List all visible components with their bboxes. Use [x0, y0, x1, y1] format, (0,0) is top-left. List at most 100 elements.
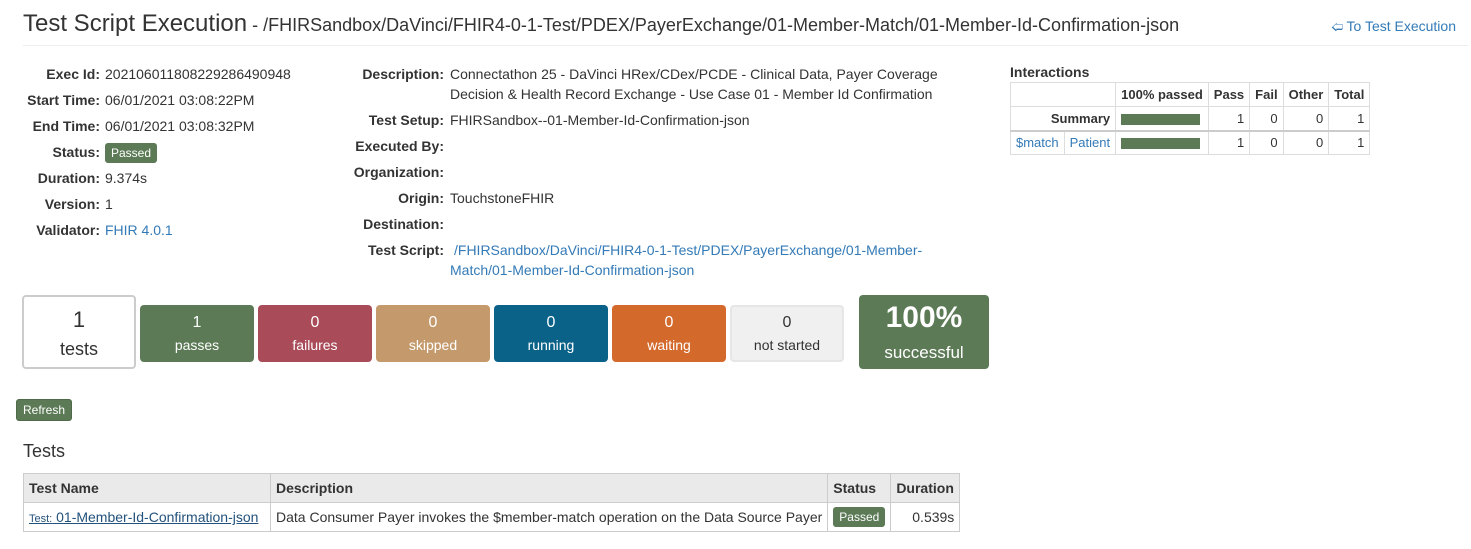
validator-link[interactable]: FHIR 4.0.1 [105, 222, 173, 238]
stat-skipped: 0 skipped [376, 305, 490, 362]
organization-label: Organization: [353, 164, 444, 180]
stat-running-count: 0 [546, 314, 556, 331]
start-time-value: 06/01/2021 03:08:22PM [105, 92, 255, 108]
stat-waiting-count: 0 [664, 314, 674, 331]
stat-success: 100% successful [859, 295, 989, 369]
summary-progress-fill [1121, 113, 1201, 125]
tests-header-duration: Duration [890, 473, 961, 503]
interaction-progress-cell [1115, 130, 1209, 155]
table-row: Test: 01-Member-Id-Confirmation-json Dat… [23, 502, 961, 532]
stat-waiting: 0 waiting [612, 305, 726, 362]
summary-other: 0 [1282, 106, 1330, 132]
execution-summary: Exec Id: 202106011808229286490948 Start … [0, 66, 330, 246]
stat-skipped-label: skipped [408, 337, 458, 353]
duration-label: Duration: [37, 170, 100, 186]
stat-passes: 1 passes [140, 305, 254, 362]
page-title-path: - /FHIRSandbox/DaVinci/FHIR4-0-1-Test/PD… [247, 15, 1180, 35]
interaction-operation-cell: $match [1010, 130, 1065, 155]
summary-total: 1 [1328, 106, 1371, 132]
interactions-title: Interactions [1010, 64, 1090, 80]
summary-fail: 0 [1249, 106, 1284, 132]
interaction-progress-bar [1121, 138, 1201, 150]
validator-label: Validator: [36, 222, 100, 238]
description-line-1: Connectathon 25 - DaVinci HRex/CDex/PCDE… [450, 66, 938, 82]
version-value: 1 [105, 196, 113, 212]
stat-not-started-label: not started [753, 337, 821, 353]
tests-heading: Tests [23, 441, 66, 461]
stat-not-started: 0 not started [730, 305, 844, 362]
stat-success-label: successful [884, 343, 964, 362]
origin-label: Origin: [398, 190, 444, 206]
interactions-header-total: Total [1328, 82, 1371, 107]
tests-header-name: Test Name [23, 473, 271, 503]
stat-failures-label: failures [292, 337, 338, 353]
test-name-link[interactable]: Test: 01-Member-Id-Confirmation-json [29, 509, 258, 525]
test-duration: 0.539s [890, 502, 961, 532]
interaction-pass: 1 [1207, 130, 1251, 155]
interactions-header-other: Other [1282, 82, 1330, 107]
stat-passes-count: 1 [192, 314, 202, 331]
interaction-total: 1 [1328, 130, 1371, 155]
summary-label: Summary [1009, 106, 1117, 132]
end-time-label: End Time: [32, 118, 100, 134]
interactions-header-passed: 100% passed [1115, 82, 1209, 107]
summary-pass: 1 [1207, 106, 1251, 132]
version-label: Version: [44, 196, 100, 212]
exec-id-label: Exec Id: [46, 66, 100, 82]
tests-header-status: Status [827, 473, 892, 503]
description-label: Description: [362, 66, 444, 82]
origin-value: TouchstoneFHIR [450, 190, 555, 206]
exec-id-value: 202106011808229286490948 [105, 66, 291, 82]
interactions-summary-row: Summary 1 0 0 1 [1009, 106, 1371, 132]
status-badge: Passed [105, 143, 158, 163]
description-line-2: Decision & Health Record Exchange - Use … [450, 86, 933, 102]
stat-tests: 1 tests [22, 295, 136, 369]
stat-tests-count: 1 [72, 307, 86, 332]
interactions-header-pass: Pass [1207, 82, 1251, 107]
stat-passes-label: passes [174, 337, 220, 353]
stat-failures-count: 0 [310, 314, 320, 331]
interaction-resource-cell: Patient [1063, 130, 1117, 155]
interaction-resource-link[interactable]: Patient [1070, 135, 1110, 150]
test-name: 01-Member-Id-Confirmation-json [52, 509, 259, 525]
test-status-cell: Passed [827, 502, 892, 532]
back-link-label: To Test Execution [1346, 18, 1456, 34]
interaction-fail: 0 [1249, 130, 1284, 155]
tests-table: Test Name Description Status Duration Te… [23, 473, 961, 532]
interactions-header-fail: Fail [1249, 82, 1284, 107]
start-time-label: Start Time: [27, 92, 100, 108]
script-details: Description: Connectathon 25 - DaVinci H… [340, 66, 960, 286]
stat-not-started-count: 0 [782, 314, 792, 331]
test-script-link-line-1[interactable]: /FHIRSandbox/DaVinci/FHIR4-0-1-Test/PDEX… [454, 242, 922, 258]
stat-tests-label: tests [59, 339, 98, 359]
status-label: Status: [52, 144, 100, 160]
tests-header-description: Description [269, 473, 829, 503]
destination-label: Destination: [363, 216, 444, 232]
test-name-prefix: Test: [29, 513, 53, 525]
interaction-other: 0 [1282, 130, 1330, 155]
stat-waiting-label: waiting [647, 337, 691, 353]
test-name-cell: Test: 01-Member-Id-Confirmation-json [23, 502, 271, 532]
stat-running-label: running [527, 337, 575, 353]
duration-value: 9.374s [105, 170, 148, 186]
end-time-value: 06/01/2021 03:08:32PM [105, 118, 255, 134]
to-test-execution-link[interactable]: 🢠 To Test Execution [1331, 18, 1456, 39]
interactions-header-blank [1009, 82, 1117, 107]
stat-success-percent: 100% [885, 301, 963, 334]
stat-running: 0 running [494, 305, 608, 362]
stat-failures: 0 failures [258, 305, 372, 362]
executed-by-label: Executed By: [355, 138, 444, 154]
test-setup-label: Test Setup: [368, 112, 444, 128]
arrow-left-icon: 🢠 [1331, 20, 1344, 34]
refresh-button[interactable]: Refresh [16, 399, 73, 421]
test-setup-value: FHIRSandbox--01-Member-Id-Confirmation-j… [450, 112, 750, 128]
test-description: Data Consumer Payer invokes the $member-… [269, 502, 829, 532]
tests-header-row: Test Name Description Status Duration [23, 473, 961, 503]
page-title: Test Script Execution - /FHIRSandbox/DaV… [23, 10, 1179, 38]
test-script-link-line-2[interactable]: Match/01-Member-Id-Confirmation-json [450, 262, 694, 278]
page-header: Test Script Execution - /FHIRSandbox/DaV… [23, 8, 1468, 46]
page-title-text: Test Script Execution [23, 10, 248, 37]
summary-progress-bar [1121, 113, 1201, 125]
interaction-operation-link[interactable]: $match [1016, 135, 1059, 150]
stat-skipped-count: 0 [428, 314, 438, 331]
